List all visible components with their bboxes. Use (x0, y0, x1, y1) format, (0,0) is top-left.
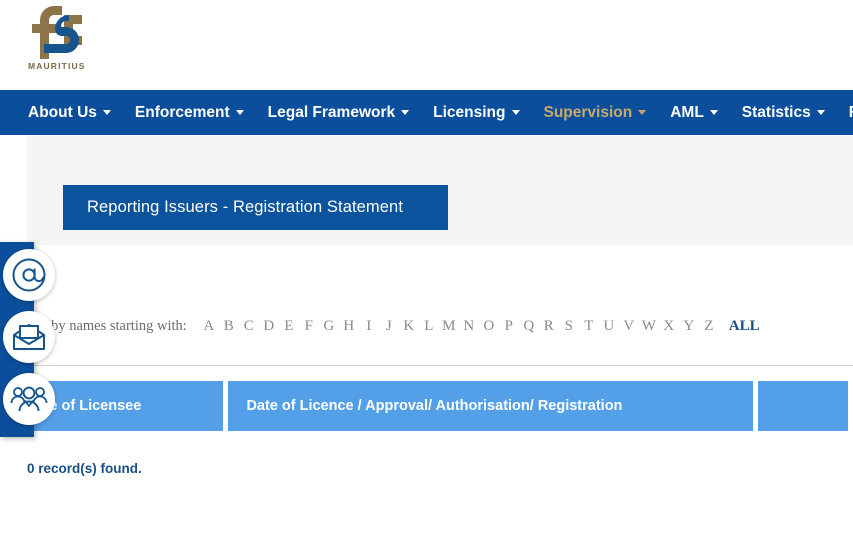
newsletter-button[interactable] (3, 311, 55, 363)
alphabet-letter-i[interactable]: I (359, 318, 379, 335)
community-button[interactable] (3, 373, 55, 425)
open-envelope-icon (13, 324, 45, 350)
site-header: MAURITIUS (0, 0, 853, 90)
alphabet-letter-f[interactable]: F (299, 318, 319, 335)
alphabet-letter-t[interactable]: T (579, 318, 599, 335)
alphabet-letter-c[interactable]: C (239, 318, 259, 335)
alphabet-letter-v[interactable]: V (619, 318, 639, 335)
table-column-header-date[interactable]: Date of Licence / Approval/ Authorisatio… (228, 381, 754, 431)
chevron-down-icon (102, 110, 111, 115)
nav-item-legal-framework[interactable]: Legal Framework (268, 90, 410, 135)
content-divider (0, 365, 853, 366)
alphabet-letter-l[interactable]: L (419, 318, 439, 335)
alphabet-letter-list: ABCDEFGHIJKLMNOPQRSTUVWXYZ (199, 318, 719, 335)
alphabet-letter-k[interactable]: K (399, 318, 419, 335)
at-sign-icon (12, 258, 46, 292)
alphabet-letter-g[interactable]: G (319, 318, 339, 335)
people-group-icon (10, 386, 48, 412)
chevron-down-icon (235, 110, 244, 115)
page-title-banner: Reporting Issuers - Registration Stateme… (63, 185, 448, 230)
nav-item-label: Supervision (543, 103, 633, 121)
alphabet-letter-a[interactable]: A (199, 318, 219, 335)
nav-item-label: Enforcement (134, 103, 230, 121)
alphabet-letter-b[interactable]: B (219, 318, 239, 335)
alphabet-letter-z[interactable]: Z (699, 318, 719, 335)
fsc-mauritius-logo-icon (32, 6, 82, 59)
chevron-down-icon (638, 110, 647, 115)
alphabet-letter-e[interactable]: E (279, 318, 299, 335)
chevron-down-icon (709, 110, 718, 115)
alphabet-letter-u[interactable]: U (599, 318, 619, 335)
nav-item-supervision[interactable]: Supervision (544, 90, 647, 135)
alphabet-letter-s[interactable]: S (559, 318, 579, 335)
chevron-down-icon (401, 110, 410, 115)
nav-item-label: AML (670, 103, 704, 121)
page-title: Reporting Issuers - Registration Stateme… (87, 198, 404, 216)
alphabet-letter-y[interactable]: Y (679, 318, 699, 335)
alphabet-letter-n[interactable]: N (459, 318, 479, 335)
table-column-header-extra[interactable] (758, 381, 848, 431)
site-logo[interactable]: MAURITIUS (28, 2, 90, 74)
nav-items-container: About Us Enforcement Legal Framework Licens… (28, 90, 853, 135)
alphabet-letter-x[interactable]: X (659, 318, 679, 335)
alphabet-all-link[interactable]: ALL (729, 318, 760, 335)
alphabet-letter-m[interactable]: M (439, 318, 459, 335)
logo-wordmark: MAURITIUS (28, 61, 86, 71)
alphabet-letter-p[interactable]: P (499, 318, 519, 335)
nav-item-label: Statistics (741, 103, 811, 121)
alphabet-letter-q[interactable]: Q (519, 318, 539, 335)
alphabet-letter-d[interactable]: D (259, 318, 279, 335)
nav-item-statistics[interactable]: Statistics (742, 90, 825, 135)
page-bottom-spacer (0, 500, 853, 553)
alphabet-letter-j[interactable]: J (379, 318, 399, 335)
alphabet-letter-o[interactable]: O (479, 318, 499, 335)
alphabet-search-bar: Search by names starting with: ABCDEFGHI… (0, 313, 853, 339)
licensee-table-header: Name of Licensee Date of Licence / Appro… (0, 381, 853, 431)
nav-item-label: About Us (28, 103, 97, 121)
contact-email-button[interactable] (3, 249, 55, 301)
nav-item-rce[interactable]: RCE (849, 90, 853, 135)
nav-item-label: Legal Framework (267, 103, 396, 121)
nav-item-aml[interactable]: AML (670, 90, 718, 135)
nav-item-label: Licensing (433, 103, 506, 121)
chevron-down-icon (816, 110, 825, 115)
alphabet-letter-h[interactable]: H (339, 318, 359, 335)
alphabet-letter-r[interactable]: R (539, 318, 559, 335)
chevron-down-icon (511, 110, 520, 115)
record-count-text: 0 record(s) found. (27, 461, 142, 476)
nav-item-about-us[interactable]: About Us (28, 90, 111, 135)
main-navigation: About Us Enforcement Legal Framework Licens… (0, 90, 853, 135)
nav-item-licensing[interactable]: Licensing (433, 90, 520, 135)
nav-item-enforcement[interactable]: Enforcement (135, 90, 244, 135)
nav-item-label: RCE (849, 104, 853, 122)
page-root: MAURITIUS About Us Enforcement Legal Frame… (0, 0, 853, 553)
alphabet-letter-w[interactable]: W (639, 318, 659, 335)
